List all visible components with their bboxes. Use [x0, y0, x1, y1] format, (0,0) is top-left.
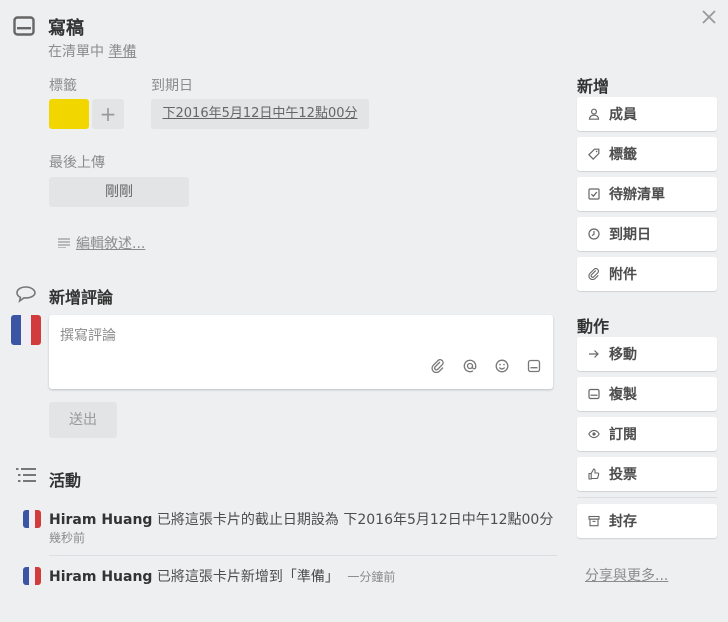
close-icon[interactable] — [700, 8, 718, 30]
send-button[interactable]: 送出 — [49, 402, 117, 438]
comment-icon — [15, 285, 37, 307]
activity-text: 已將這張卡片的截止日期設為 下2016年5月12日中午12點00分 — [156, 512, 554, 528]
clock-icon — [587, 228, 601, 240]
avatar[interactable] — [23, 510, 41, 528]
actions-heading: 動作 — [577, 317, 610, 336]
members-label: 成員 — [609, 107, 637, 123]
edit-description-label: 編輯敘述... — [76, 236, 146, 252]
due-date-side-button[interactable]: 到期日 — [577, 217, 717, 251]
attach-icon[interactable] — [431, 358, 445, 377]
activity-time[interactable]: 一分鐘前 — [347, 570, 395, 584]
activity-time[interactable]: 幾秒前 — [49, 529, 85, 546]
divider — [49, 555, 557, 556]
list-link[interactable]: 準備 — [108, 44, 136, 60]
labels-button[interactable]: 標籤 — [577, 137, 717, 171]
due-heading: 到期日 — [151, 78, 193, 94]
upload-heading: 最後上傳 — [49, 155, 105, 171]
arrow-right-icon — [587, 348, 601, 360]
activity-text: 已將這張卡片新增到「準備」 — [156, 569, 339, 585]
person-icon — [587, 108, 601, 120]
activity-item: Hiram Huang 已將這張卡片的截止日期設為 下2016年5月12日中午1… — [49, 509, 553, 529]
activity-user[interactable]: Hiram Huang — [49, 569, 152, 585]
move-button[interactable]: 移動 — [577, 337, 717, 371]
avatar[interactable] — [11, 315, 41, 345]
card-icon — [13, 16, 35, 40]
comment-placeholder: 撰寫評論 — [60, 328, 116, 344]
activity-item: Hiram Huang 已將這張卡片新增到「準備」 一分鐘前 — [49, 566, 395, 586]
card-title[interactable]: 寫稿 — [48, 14, 84, 40]
members-button[interactable]: 成員 — [577, 97, 717, 131]
card-list-info: 在清單中 準備 — [48, 41, 136, 61]
upload-button[interactable]: 剛剛 — [49, 177, 189, 207]
copy-button[interactable]: 複製 — [577, 377, 717, 411]
copy-label: 複製 — [609, 387, 637, 403]
thumbs-up-icon — [587, 468, 601, 480]
edit-description-link[interactable]: 編輯敘述... — [58, 233, 145, 253]
checklist-label: 待辦清單 — [609, 187, 665, 203]
labels-label: 標籤 — [609, 147, 637, 163]
divider — [577, 497, 717, 498]
archive-label: 封存 — [609, 514, 637, 530]
subscribe-button[interactable]: 訂閱 — [577, 417, 717, 451]
checklist-icon — [587, 188, 601, 200]
tag-icon — [587, 148, 601, 160]
avatar[interactable] — [23, 567, 41, 585]
activity-heading: 活動 — [49, 471, 82, 490]
add-heading: 新增 — [577, 77, 610, 96]
add-label-button[interactable]: + — [92, 99, 124, 129]
paperclip-icon — [587, 268, 601, 280]
checklist-button[interactable]: 待辦清單 — [577, 177, 717, 211]
attachment-button[interactable]: 附件 — [577, 257, 717, 291]
vote-button[interactable]: 投票 — [577, 457, 717, 491]
description-icon — [58, 236, 70, 252]
comment-heading: 新增評論 — [49, 288, 114, 307]
labels-heading: 標籤 — [49, 78, 77, 94]
move-label: 移動 — [609, 347, 637, 363]
activity-icon — [15, 467, 37, 487]
activity-user[interactable]: Hiram Huang — [49, 512, 152, 528]
due-date-label: 到期日 — [609, 227, 651, 243]
card-icon — [587, 388, 601, 400]
archive-button[interactable]: 封存 — [577, 504, 717, 538]
vote-label: 投票 — [609, 467, 637, 483]
list-prefix: 在清單中 — [48, 44, 104, 60]
archive-icon — [587, 515, 601, 527]
share-more-link[interactable]: 分享與更多... — [585, 565, 668, 585]
card-link-icon[interactable] — [527, 358, 541, 377]
comment-input[interactable]: 撰寫評論 — [49, 315, 553, 389]
mention-icon[interactable] — [463, 358, 477, 377]
due-date-button[interactable]: 下2016年5月12日中午12點00分 — [151, 99, 369, 129]
eye-icon — [587, 428, 601, 440]
subscribe-label: 訂閱 — [609, 427, 637, 443]
attachment-label: 附件 — [609, 267, 637, 283]
emoji-icon[interactable] — [495, 358, 509, 377]
label-yellow[interactable] — [49, 99, 89, 129]
